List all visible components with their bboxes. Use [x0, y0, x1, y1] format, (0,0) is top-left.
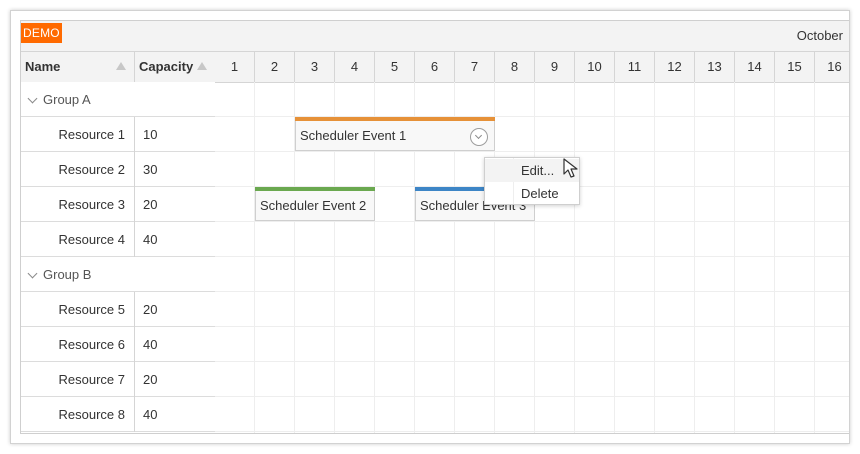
day-header-cell[interactable]: 10 — [575, 52, 615, 82]
day-header-cell[interactable]: 11 — [615, 52, 655, 82]
grid-row — [215, 82, 849, 117]
resource-capacity: 40 — [143, 407, 158, 422]
day-header-cell[interactable]: 9 — [535, 52, 575, 82]
timeline-days-header: 1 2 3 4 5 6 7 8 9 10 11 12 13 14 15 16 — [215, 52, 849, 83]
day-header-cell[interactable]: 6 — [415, 52, 455, 82]
day-header-cell[interactable]: 8 — [495, 52, 535, 82]
resource-panel-top: DEMO — [21, 21, 215, 52]
day-header-cell[interactable]: 5 — [375, 52, 415, 82]
grid-row — [215, 397, 849, 432]
timeline-month-header: October — [215, 21, 849, 52]
resource-name: Resource 2 — [21, 152, 135, 187]
grid-row — [215, 222, 849, 257]
sort-icon[interactable] — [116, 62, 126, 70]
grid-row — [215, 292, 849, 327]
day-header-cell[interactable]: 15 — [775, 52, 815, 82]
resource-name: Resource 7 — [21, 362, 135, 397]
resource-name: Resource 1 — [21, 117, 135, 152]
capacity-column-label: Capacity — [139, 59, 194, 74]
chevron-down-icon[interactable] — [27, 93, 38, 104]
day-header-cell[interactable]: 16 — [815, 52, 849, 82]
day-header-cell[interactable]: 2 — [255, 52, 295, 82]
event-label: Scheduler Event 2 — [260, 198, 367, 213]
capacity-column-header[interactable]: Capacity — [135, 52, 215, 82]
resource-capacity: 40 — [143, 337, 158, 352]
day-header-cell[interactable]: 14 — [735, 52, 775, 82]
resource-column-headers: Name Capacity — [21, 52, 215, 83]
resource-capacity: 10 — [143, 127, 158, 142]
sort-icon[interactable] — [197, 62, 207, 70]
chevron-down-icon[interactable] — [470, 128, 488, 146]
day-header-cell[interactable]: 13 — [695, 52, 735, 82]
resource-row[interactable]: Resource 2 30 — [21, 152, 215, 187]
resource-name: Resource 4 — [21, 222, 135, 257]
group-row-group-b[interactable]: Group B — [21, 257, 215, 292]
timeline-grid[interactable]: Scheduler Event 1 Scheduler Event 2 Sche… — [215, 82, 849, 433]
resource-row[interactable]: Resource 7 20 — [21, 362, 215, 397]
grid-row — [215, 362, 849, 397]
scheduler-event-2[interactable]: Scheduler Event 2 — [255, 187, 375, 221]
resource-name: Resource 8 — [21, 397, 135, 432]
resource-name: Resource 6 — [21, 327, 135, 362]
day-header-cell[interactable]: 7 — [455, 52, 495, 82]
day-header-cell[interactable]: 12 — [655, 52, 695, 82]
resource-row[interactable]: Resource 8 40 — [21, 397, 215, 432]
month-label: October — [796, 28, 843, 43]
resource-row[interactable]: Resource 1 10 — [21, 117, 215, 152]
group-row-group-a[interactable]: Group A — [21, 82, 215, 117]
resource-row[interactable]: Resource 6 40 — [21, 327, 215, 362]
resource-panel: DEMO Name Capacity Group A Resource 1 10… — [20, 20, 216, 434]
scheduler-event-1[interactable]: Scheduler Event 1 — [295, 117, 495, 151]
menu-item-delete[interactable]: Delete — [485, 182, 579, 205]
demo-badge: DEMO — [21, 23, 62, 43]
grid-row — [215, 257, 849, 292]
mouse-pointer-icon — [563, 158, 578, 178]
timeline-panel: October 1 2 3 4 5 6 7 8 9 10 11 12 13 14… — [215, 20, 849, 434]
day-header-cell[interactable]: 3 — [295, 52, 335, 82]
group-label: Group A — [43, 92, 91, 107]
name-column-label: Name — [25, 59, 61, 74]
resource-name: Resource 3 — [21, 187, 135, 222]
resource-name: Resource 5 — [21, 292, 135, 327]
resource-row[interactable]: Resource 3 20 — [21, 187, 215, 222]
name-column-header[interactable]: Name — [21, 52, 135, 82]
resource-row[interactable]: Resource 4 40 — [21, 222, 215, 257]
resource-capacity: 20 — [143, 372, 158, 387]
resource-capacity: 40 — [143, 232, 158, 247]
event-label: Scheduler Event 1 — [300, 128, 407, 143]
group-label: Group B — [43, 267, 92, 282]
scheduler-frame: DEMO Name Capacity Group A Resource 1 10… — [10, 10, 850, 444]
day-header-cell[interactable]: 1 — [215, 52, 255, 82]
day-header-cell[interactable]: 4 — [335, 52, 375, 82]
resource-capacity: 30 — [143, 162, 158, 177]
resource-row[interactable]: Resource 5 20 — [21, 292, 215, 327]
resource-capacity: 20 — [143, 302, 158, 317]
resource-capacity: 20 — [143, 197, 158, 212]
grid-row — [215, 327, 849, 362]
chevron-down-icon[interactable] — [27, 268, 38, 279]
